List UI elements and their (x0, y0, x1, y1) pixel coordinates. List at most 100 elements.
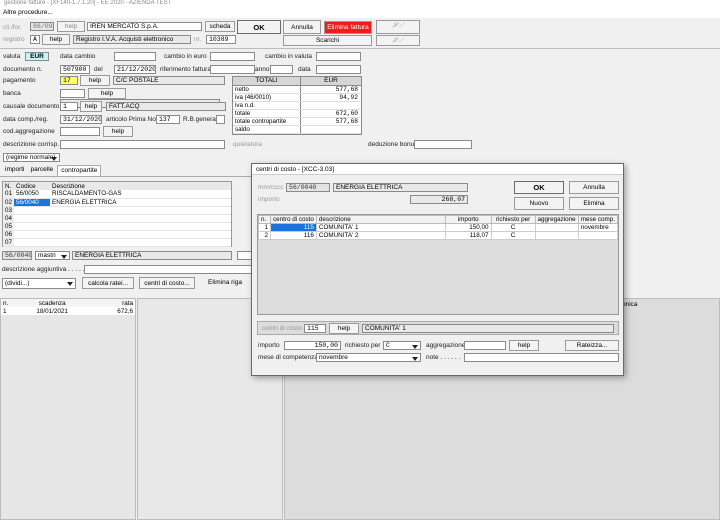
table-row[interactable]: 2 116 COMUNITA' 2 118,07 C (258, 231, 619, 240)
dialog-ok-button[interactable]: OK (514, 181, 564, 194)
dialog-importo-field[interactable]: 268,07 (410, 195, 468, 204)
dialog-cc-field[interactable]: 115 (304, 324, 326, 333)
row-code[interactable] (14, 238, 50, 246)
tool-icon-button-2[interactable]: 𝒮 ⟋ (376, 35, 420, 46)
dlg-row-cc[interactable]: 115 (269, 223, 317, 232)
contro-edit-code[interactable]: 56/0040 (2, 251, 32, 260)
dialog-note-field[interactable] (464, 353, 619, 362)
dialog-rich-select[interactable]: C (383, 341, 421, 350)
row-description[interactable] (50, 206, 231, 214)
registro-help-button[interactable]: help (42, 34, 70, 45)
annulla-button[interactable]: Annulla (283, 20, 321, 34)
causale-code-field[interactable]: 1 (60, 102, 78, 111)
dlg-row-aggr[interactable] (534, 223, 579, 232)
row-code[interactable] (14, 214, 50, 222)
pagamento-code-field[interactable]: 17 (60, 76, 78, 85)
row-code[interactable] (14, 206, 50, 214)
dlg-row-mese[interactable]: novembre (577, 223, 619, 232)
tab-contropartite[interactable]: contropartite (57, 165, 102, 176)
row-description[interactable] (50, 230, 231, 238)
banca-help-button[interactable]: help (88, 88, 126, 99)
dialog-rateizza-button[interactable]: Rateizza... (565, 340, 619, 351)
data-field[interactable] (316, 65, 361, 74)
centri-di-costo-button[interactable]: centri di costo... (139, 277, 195, 289)
dlg-row-desc[interactable]: COMUNITA' 1 (315, 223, 446, 232)
tab-parcelle[interactable]: parcelle (29, 165, 56, 176)
row-description[interactable]: ENERGIA ELETTRICA (50, 198, 231, 206)
dialog-cc-help-button[interactable]: help (329, 323, 359, 334)
dlg-row-mese[interactable] (577, 231, 619, 240)
table-row[interactable]: 1 18/01/2021 672,6 (1, 307, 135, 315)
valuta-field[interactable]: EUR (25, 52, 49, 61)
scad-row-date[interactable]: 18/01/2021 (13, 307, 91, 315)
menu-altre-procedure[interactable]: Altre procedure... (3, 9, 53, 16)
table-row[interactable]: 03 (3, 206, 231, 214)
calcola-ratei-button[interactable]: calcola ratei... (82, 277, 134, 289)
row-description[interactable] (50, 214, 231, 222)
cod-aggr-help-button[interactable]: help (103, 126, 133, 137)
table-row[interactable]: 06 (3, 230, 231, 238)
dlg-row-cc[interactable]: 116 (269, 231, 317, 240)
dlg-row-rich[interactable]: C (490, 223, 536, 232)
dialog-annulla-button[interactable]: Annulla (569, 181, 619, 194)
cambio-euro-field[interactable] (210, 52, 255, 61)
table-row[interactable]: 04 (3, 214, 231, 222)
banca-code-field[interactable] (60, 89, 85, 98)
dlg-row-rich[interactable]: C (490, 231, 536, 240)
scad-row-rate[interactable]: 672,6 (91, 307, 135, 315)
tool-icon-button-1[interactable]: 𝒮 ⟋ (376, 20, 420, 34)
table-row[interactable]: 07 (3, 238, 231, 246)
causale-help-button[interactable]: help (80, 101, 102, 112)
dlg-row-desc[interactable]: COMUNITA' 2 (315, 231, 446, 240)
row-description[interactable] (50, 238, 231, 246)
table-row[interactable]: 05 (3, 222, 231, 230)
deduzione-bonus-field[interactable] (414, 140, 472, 149)
dialog-imp-field[interactable]: 150,00 (284, 341, 341, 350)
table-row[interactable]: 01 56/0050 RISCALDAMENTO-GAS (3, 190, 231, 198)
mastri-select[interactable]: mastri (35, 251, 70, 260)
row-code[interactable]: 56/0050 (14, 190, 50, 198)
elimina-riga-button[interactable]: Elimina riga (200, 277, 250, 289)
tab-importi[interactable]: importi (3, 165, 27, 176)
data-cambio-field[interactable] (114, 52, 156, 61)
regime-select[interactable]: (regime normale) (3, 153, 60, 162)
dialog-mese-select[interactable]: novembre (316, 353, 421, 362)
rb-generata-checkbox[interactable] (216, 115, 225, 124)
cambio-valuta-field[interactable] (316, 52, 361, 61)
scarichi-button[interactable]: Scarichi (283, 35, 372, 46)
dialog-elimina-button[interactable]: Elimina (569, 197, 619, 210)
dlg-row-imp[interactable]: 118,07 (444, 231, 492, 240)
registro-code-field[interactable]: A (30, 35, 40, 44)
del-field[interactable]: 21/12/2020 (114, 65, 156, 74)
cli-for-name-field[interactable]: IREN MERCATO S.p.A. (87, 22, 202, 31)
scheda-button[interactable]: scheda (205, 21, 235, 32)
documento-field[interactable]: 507900 (60, 65, 90, 74)
descr-corrisp-field[interactable] (60, 140, 225, 149)
anno-field[interactable] (270, 65, 293, 74)
row-code[interactable]: 56/0040 (14, 198, 51, 206)
row-description[interactable] (50, 222, 231, 230)
elimina-fattura-button[interactable]: Elimina fattura (324, 21, 372, 34)
cli-for-code-field[interactable]: 86/0942 (30, 22, 54, 31)
row-code[interactable] (14, 222, 50, 230)
ok-button[interactable]: OK (237, 20, 281, 34)
dialog-nuovo-button[interactable]: Nuovo (514, 197, 564, 210)
table-row[interactable]: 1 115 COMUNITA' 1 150,00 Cnovembre (258, 223, 619, 232)
articolo-pn-field[interactable]: 137 (156, 115, 180, 124)
dividi-select[interactable]: (dividi...) (2, 278, 76, 289)
cod-aggr-field[interactable] (60, 127, 100, 136)
data-comp-field[interactable]: 31/12/2020 (60, 115, 102, 124)
cli-for-help-button[interactable]: help (57, 21, 85, 32)
table-row[interactable]: 02 56/0040 ENERGIA ELETTRICA (3, 198, 231, 206)
dialog-mm-code[interactable]: 56/0040 (286, 183, 330, 192)
pagamento-help-button[interactable]: help (80, 75, 110, 86)
dialog-aggr-help-button[interactable]: help (509, 340, 539, 351)
descr-agg-field[interactable] (84, 265, 257, 274)
row-code[interactable] (14, 230, 50, 238)
dlg-row-imp[interactable]: 150,00 (444, 223, 492, 232)
row-description[interactable]: RISCALDAMENTO-GAS (50, 190, 231, 198)
rif-fattura-field[interactable] (210, 65, 255, 74)
dlg-row-aggr[interactable] (534, 231, 579, 240)
dialog-aggr-field[interactable] (464, 341, 506, 350)
nr-field[interactable]: 10389 (206, 35, 236, 44)
